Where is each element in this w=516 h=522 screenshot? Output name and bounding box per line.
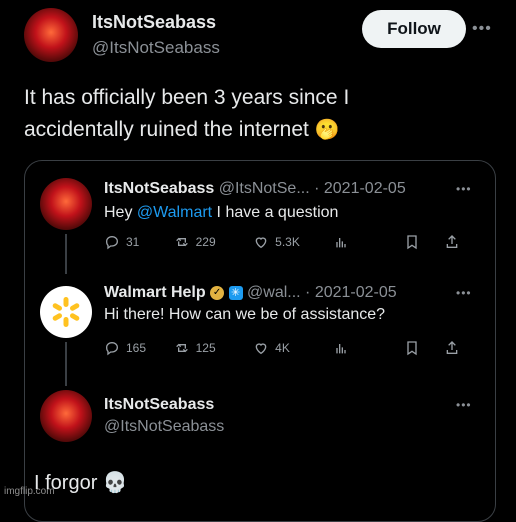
thread-3-handle[interactable]: @ItsNotSeabass [104,418,224,436]
post-text-line-1: It has officially been 3 years since I [24,86,350,109]
bookmark-icon [407,235,418,250]
thread-1-avatar[interactable] [40,178,92,230]
thread-3-avatar[interactable] [40,390,92,442]
more-options-icon[interactable]: ••• [472,20,492,38]
thread-1-author[interactable]: ItsNotSeabass [104,180,214,197]
thread-1-text: Hey @Walmart I have a question [104,204,339,221]
views-button[interactable] [333,234,393,250]
retweet-icon [175,237,188,247]
post-text-line-2: accidentally ruined the internet 🫢 [24,118,340,141]
thread-connector-2 [65,342,67,386]
follow-button[interactable]: Follow [362,10,466,48]
views-button[interactable] [333,340,393,356]
reply-icon [105,235,119,250]
verified-badge-icon: ✓ [210,285,225,300]
heart-icon [255,237,267,249]
share-button[interactable] [444,234,474,250]
thread-1-meta: @ItsNotSe... · 2021-02-05 [218,180,406,197]
retweet-button[interactable]: 229 [174,234,254,250]
thread-2-actions: 165 125 4K [104,340,474,356]
share-icon [446,341,458,354]
reply-button[interactable]: 165 [104,340,174,356]
author-handle[interactable]: @ItsNotSeabass [92,38,220,58]
thread-3-author[interactable]: ItsNotSeabass [104,396,214,414]
retweet-button[interactable]: 125 [174,340,254,356]
like-button[interactable]: 5.3K [253,234,333,250]
bookmark-button[interactable] [404,340,444,356]
like-button[interactable]: 4K [253,340,333,356]
affiliate-badge-icon: ✳ [228,285,243,300]
walmart-avatar[interactable] [40,286,92,338]
author-avatar[interactable] [24,8,78,62]
thread-2-header: Walmart Help ✓ ✳ @wal... · 2021-02-05 [104,284,397,302]
post-text: It has officially been 3 years since I a… [24,82,349,146]
thread-3-more-icon[interactable]: ••• [456,398,472,412]
thread-2-author[interactable]: Walmart Help [104,284,206,301]
author-name[interactable]: ItsNotSeabass [92,12,216,33]
thread-1-header: ItsNotSeabass @ItsNotSe... · 2021-02-05 [104,180,406,198]
thread-2-more-icon[interactable]: ••• [456,286,472,300]
heart-icon [255,343,267,355]
reply-button[interactable]: 31 [104,234,174,250]
thread-connector-1 [65,234,67,274]
thread-2-text: Hi there! How can we be of assistance? [104,306,386,323]
analytics-icon [336,344,346,354]
bookmark-icon [407,341,418,356]
emoji-icon: 🫢 [314,119,340,141]
walmart-spark-icon [52,297,80,327]
reply-icon [105,341,119,356]
retweet-icon [175,343,188,353]
skull-emoji-icon: 💀 [102,472,128,494]
bookmark-button[interactable] [404,234,444,250]
walmart-mention-link[interactable]: @Walmart [137,204,212,221]
thread-1-actions: 31 229 5.3K [104,234,474,250]
share-button[interactable] [444,340,474,356]
thread-1-more-icon[interactable]: ••• [456,182,472,196]
thread-2-meta: @wal... · 2021-02-05 [247,284,397,301]
analytics-icon [336,238,346,248]
watermark: imgflip.com [4,486,55,497]
share-icon [446,235,458,248]
